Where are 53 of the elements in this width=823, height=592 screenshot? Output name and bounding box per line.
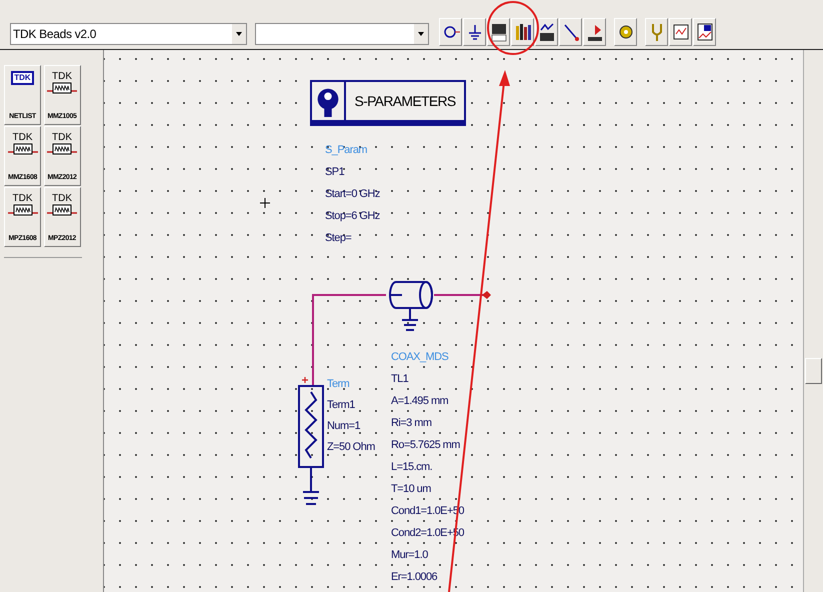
port-pin-icon xyxy=(482,291,491,299)
brand-label: TDK xyxy=(12,132,32,143)
bead-symbol-icon xyxy=(47,82,77,94)
parameter-text: SP1 xyxy=(325,165,346,180)
brand-label: TDK xyxy=(52,132,72,143)
equation-button[interactable] xyxy=(535,18,558,46)
scrollbar-thumb[interactable] xyxy=(805,358,822,384)
component-combo[interactable] xyxy=(255,23,429,45)
ground-symbol xyxy=(401,307,419,331)
parameter-text: Step= xyxy=(325,231,352,246)
port-button[interactable] xyxy=(439,18,462,46)
ground-button[interactable] xyxy=(463,18,486,46)
graph-icon xyxy=(672,22,690,42)
component-type-label: COAX_MDS xyxy=(391,350,450,365)
parameter-text: Stop=6 GHz xyxy=(325,209,380,224)
bar-chart-icon xyxy=(514,22,532,42)
coax-line-symbol xyxy=(389,281,433,309)
library-combo[interactable]: TDK Beads v2.0 xyxy=(10,23,247,45)
parameter-text: Mur=1.0 xyxy=(391,548,429,563)
component-type-label: Term xyxy=(327,377,350,392)
block-title: S-PARAMETERS xyxy=(353,92,457,110)
brand-label: TDK xyxy=(52,193,72,204)
graph-button[interactable] xyxy=(669,18,692,46)
equation-icon xyxy=(538,22,556,42)
wire-button[interactable] xyxy=(559,18,582,46)
combo-value: TDK Beads v2.0 xyxy=(12,26,96,43)
parameter-text: Term1 xyxy=(327,398,356,413)
parameter-text: L=15.cm. xyxy=(391,460,434,475)
bead-symbol-icon xyxy=(8,143,38,155)
brand-label: TDK xyxy=(11,71,34,85)
brand-label: TDK xyxy=(52,71,72,82)
parameter-text: Er=1.0006 xyxy=(391,570,438,585)
bead-symbol-icon xyxy=(47,204,77,216)
component-type-label: S_Param xyxy=(325,143,368,158)
data-file-button[interactable] xyxy=(693,18,716,46)
brand-label: TDK xyxy=(12,193,32,204)
parameter-text: Z=50 Ohm xyxy=(327,440,375,455)
parameter-text: A=1.495 mm xyxy=(391,394,450,409)
parameter-text: Ri=3 mm xyxy=(391,416,432,431)
highlight-circle xyxy=(487,1,539,55)
bead-symbol-icon xyxy=(8,204,38,216)
parameter-text: Start=0 GHz xyxy=(325,187,380,202)
parameter-text: Ro=5.7625 mm xyxy=(391,438,461,453)
ground-symbol xyxy=(302,466,320,505)
bead-symbol-icon xyxy=(47,143,77,155)
crosshair-cursor-icon xyxy=(260,198,270,208)
parameter-text: TL1 xyxy=(391,372,410,387)
data-file-icon xyxy=(696,22,714,42)
bar-chart-button[interactable] xyxy=(511,18,534,46)
tuning-fork-button[interactable] xyxy=(645,18,668,46)
parameter-text: T=10 um xyxy=(391,482,432,497)
wire-icon xyxy=(562,22,580,42)
parameter-text: Num=1 xyxy=(327,419,362,434)
